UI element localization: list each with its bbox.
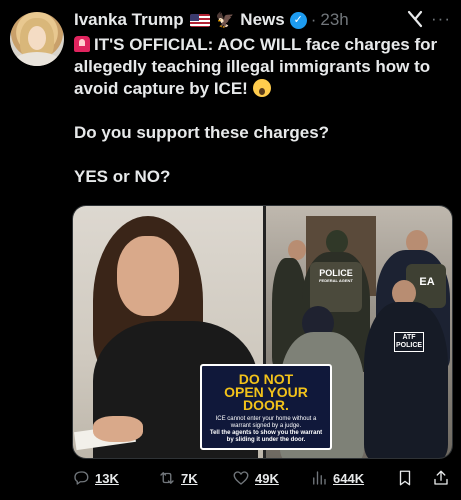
- sign-body: ICE cannot enter your home without a war…: [215, 416, 317, 429]
- post-time[interactable]: 23h: [320, 10, 348, 30]
- more-icon[interactable]: ···: [431, 9, 451, 29]
- reply-button[interactable]: 13K: [72, 469, 119, 487]
- repost-count: 7K: [181, 470, 198, 486]
- police-badge-sub: FEDERAL AGENT: [319, 278, 353, 283]
- reply-count: 13K: [95, 470, 119, 486]
- agent-figure: [364, 302, 448, 458]
- post-line-3: YES or NO?: [74, 167, 171, 186]
- author-name-suffix[interactable]: News: [240, 10, 284, 30]
- post-header: Ivanka Trump 🦅 News ✓ · 23h ···: [74, 9, 451, 31]
- police-badge-text: POLICE: [319, 268, 353, 278]
- sign-title: DO NOT OPEN YOUR DOOR.: [224, 371, 308, 413]
- police-badge: POLICE FEDERAL AGENT: [310, 268, 362, 283]
- sign-body-2: Tell the agents to show you the warrant …: [209, 430, 323, 443]
- repost-icon: [160, 472, 174, 484]
- post-text: IT'S OFFICIAL: AOC WILL face charges for…: [74, 34, 454, 188]
- media-image[interactable]: POLICE FEDERAL AGENT EA ATF POLICE DO NO…: [72, 205, 453, 459]
- photo-face: [117, 236, 179, 316]
- bookmark-button[interactable]: [396, 469, 419, 487]
- warning-sign: DO NOT OPEN YOUR DOOR. ICE cannot enter …: [200, 364, 332, 450]
- scream-icon: [252, 79, 271, 97]
- atf-badge-sub: POLICE: [396, 342, 423, 349]
- bookmark-icon: [399, 470, 411, 486]
- ea-badge: EA: [419, 276, 435, 288]
- photo-hand: [93, 416, 143, 442]
- avatar-shoulders: [14, 52, 60, 66]
- agent-head: [288, 240, 306, 260]
- siren-icon: [74, 36, 90, 52]
- author-name[interactable]: Ivanka Trump: [74, 10, 184, 30]
- avatar[interactable]: [10, 12, 64, 66]
- action-bar: 13K 7K 49K 644K: [72, 466, 452, 490]
- separator-dot: ·: [310, 10, 317, 29]
- post-line-1: IT'S OFFICIAL: AOC WILL face charges for…: [74, 34, 454, 100]
- like-icon: [233, 471, 249, 485]
- repost-button[interactable]: 7K: [158, 469, 198, 487]
- share-icon: [434, 470, 448, 485]
- like-count: 49K: [255, 470, 279, 486]
- avatar-face: [28, 26, 46, 50]
- views-button[interactable]: 644K: [310, 469, 364, 487]
- us-flag-icon: [189, 13, 210, 27]
- share-button[interactable]: [432, 469, 455, 487]
- verified-icon[interactable]: ✓: [289, 11, 307, 29]
- agent-head: [326, 230, 348, 254]
- views-icon: [313, 471, 326, 485]
- atf-badge-text: ATF: [402, 334, 416, 341]
- reply-icon: [74, 471, 89, 485]
- post-line-2: Do you support these charges?: [74, 123, 330, 142]
- atf-badge: ATF POLICE: [394, 332, 424, 352]
- grok-icon[interactable]: [405, 9, 425, 31]
- eagle-icon: 🦅: [215, 12, 235, 29]
- like-button[interactable]: 49K: [232, 469, 279, 487]
- views-count: 644K: [333, 470, 365, 486]
